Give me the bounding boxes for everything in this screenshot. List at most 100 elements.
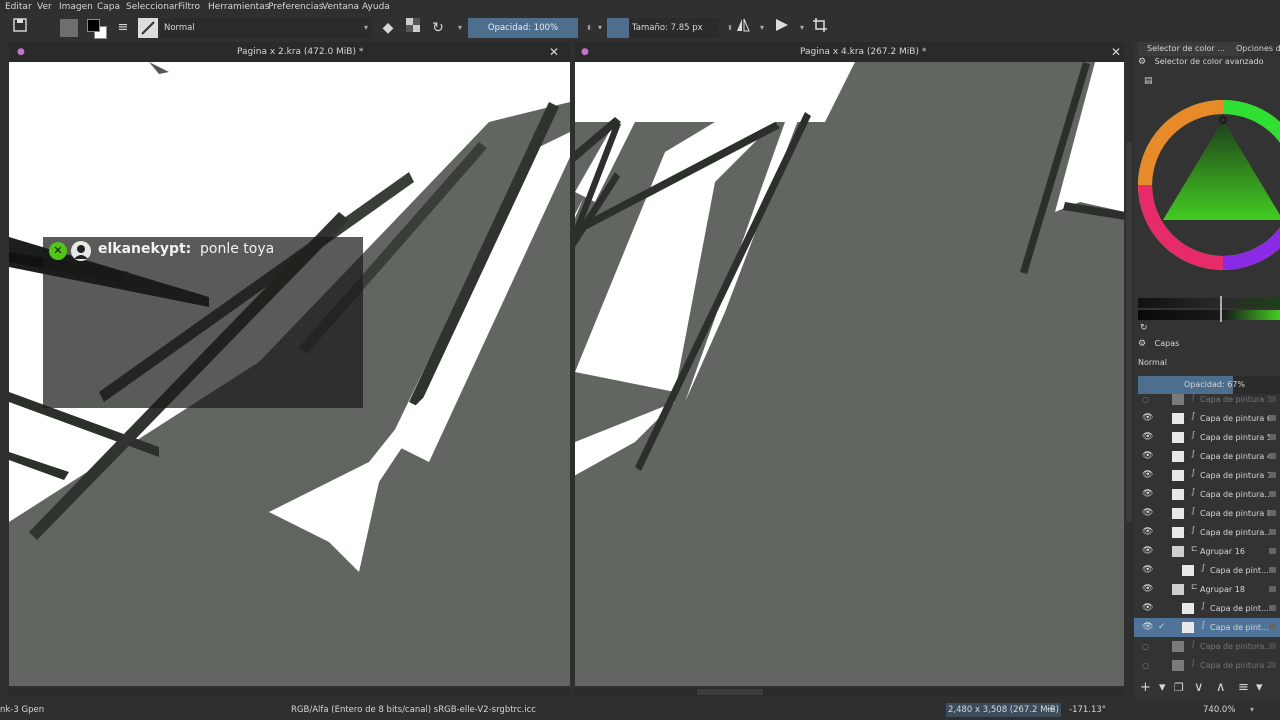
- canvas-right[interactable]: [575, 62, 1125, 686]
- lock-icon[interactable]: [1269, 624, 1276, 630]
- layer-row[interactable]: 👁 ⊏ Agrupar 18: [1134, 580, 1280, 599]
- menu-filtro[interactable]: Filtro: [178, 0, 200, 14]
- lock-icon[interactable]: [1269, 472, 1276, 478]
- lock-icon[interactable]: [1269, 396, 1276, 402]
- brush-preview-icon[interactable]: [138, 18, 158, 38]
- chevron-down-icon[interactable]: ▾: [792, 18, 812, 38]
- menu-imagen[interactable]: Imagen: [59, 0, 93, 14]
- visibility-eye-icon[interactable]: 👁: [1142, 523, 1153, 542]
- layer-properties-icon[interactable]: ≡: [1238, 678, 1249, 698]
- pattern-swatch[interactable]: [60, 19, 78, 37]
- blend-mode-select[interactable]: Normal ▾: [160, 18, 372, 38]
- visibility-eye-icon[interactable]: ○: [1142, 656, 1149, 675]
- layer-row[interactable]: 👁 ∫ Capa de pintura 8: [1134, 504, 1280, 523]
- menu-ayuda[interactable]: Ayuda: [362, 0, 390, 14]
- lock-icon[interactable]: [1269, 586, 1276, 592]
- opacity-slider[interactable]: Opacidad: 100%: [468, 18, 578, 38]
- tab-right-document[interactable]: ● Pagina x 4.kra (267.2 MiB) * ✕: [575, 42, 1125, 62]
- visibility-eye-icon[interactable]: ○: [1142, 390, 1149, 409]
- visibility-eye-icon[interactable]: 👁: [1142, 542, 1153, 561]
- move-layer-down-icon[interactable]: ∨: [1194, 678, 1204, 698]
- layer-row[interactable]: 👁 ∫ Capa de pint...: [1134, 599, 1280, 618]
- layer-row[interactable]: 👁 ∫ Capa de pintura 6: [1134, 409, 1280, 428]
- crop-icon[interactable]: [810, 18, 830, 38]
- refresh-icon[interactable]: ↻: [1140, 323, 1148, 333]
- reload-preset-icon[interactable]: ↻: [428, 18, 448, 38]
- visibility-eye-icon[interactable]: 👁: [1142, 447, 1153, 466]
- brush-presets-icon[interactable]: ≡: [113, 18, 133, 38]
- layer-row[interactable]: 👁 ∫ Capa de pintura...: [1134, 523, 1280, 542]
- move-layer-up-icon[interactable]: ∧: [1216, 678, 1226, 698]
- tab-left-document[interactable]: ● Pagina x 2.kra (472.0 MiB) * ✕: [9, 42, 570, 62]
- chevron-down-icon[interactable]: ▾: [1250, 700, 1254, 720]
- selector-settings-icon[interactable]: ▤: [1144, 76, 1153, 86]
- menu-editar[interactable]: Editar: [5, 0, 32, 14]
- lock-icon[interactable]: [1269, 434, 1276, 440]
- menu-preferencias[interactable]: Preferencias: [268, 0, 323, 14]
- lock-icon[interactable]: [1269, 491, 1276, 497]
- lock-icon[interactable]: [1269, 567, 1276, 573]
- visibility-eye-icon[interactable]: 👁: [1142, 466, 1153, 485]
- close-icon[interactable]: ✕: [549, 42, 559, 62]
- alpha-lock-icon[interactable]: [403, 18, 423, 38]
- duplicate-layer-icon[interactable]: ❐: [1174, 678, 1184, 698]
- horizontal-scrollbar-right[interactable]: [575, 688, 1125, 696]
- visibility-eye-icon[interactable]: 👁: [1142, 618, 1153, 637]
- menu-ver[interactable]: Ver: [37, 0, 52, 14]
- chevron-down-icon[interactable]: ▾: [1159, 678, 1166, 698]
- mirror-horizontal-icon[interactable]: [733, 18, 753, 38]
- lock-icon[interactable]: [1269, 510, 1276, 516]
- eraser-icon[interactable]: ◆: [378, 18, 398, 38]
- lock-icon[interactable]: [1269, 529, 1276, 535]
- visibility-eye-icon[interactable]: 👁: [1142, 561, 1153, 580]
- shade-bar-1[interactable]: [1138, 298, 1280, 308]
- fg-bg-color-icon[interactable]: [86, 18, 107, 39]
- menu-ventana[interactable]: Ventana: [322, 0, 359, 14]
- scroll-thumb[interactable]: [697, 689, 763, 695]
- lock-icon[interactable]: [1269, 548, 1276, 554]
- lock-icon[interactable]: [1269, 415, 1276, 421]
- layer-row[interactable]: 👁 ∫ Capa de pintura 5: [1134, 428, 1280, 447]
- menu-capa[interactable]: Capa: [97, 0, 120, 14]
- status-zoom[interactable]: 740.0%: [1203, 700, 1235, 720]
- horizontal-scrollbar-left[interactable]: [9, 688, 570, 696]
- save-icon[interactable]: [10, 18, 30, 38]
- layer-blend-select[interactable]: Normal: [1138, 355, 1280, 371]
- dock-splitter[interactable]: [1124, 42, 1134, 700]
- settings-icon[interactable]: ⚙: [1138, 339, 1146, 349]
- visibility-eye-icon[interactable]: 👁: [1142, 409, 1153, 428]
- tab-tool-options[interactable]: Opciones de: [1236, 42, 1280, 56]
- color-wheel[interactable]: [1138, 100, 1280, 270]
- lock-icon[interactable]: [1269, 643, 1276, 649]
- visibility-eye-icon[interactable]: 👁: [1142, 504, 1153, 523]
- lock-icon[interactable]: [1269, 662, 1276, 668]
- status-dimensions[interactable]: 2,480 x 3,508 (267.2 MiB): [946, 703, 1061, 717]
- layer-row[interactable]: 👁 ⊏ Agrupar 16: [1134, 542, 1280, 561]
- settings-icon[interactable]: ⚙: [1138, 57, 1146, 67]
- chevron-down-icon[interactable]: ▾: [752, 18, 772, 38]
- layer-row[interactable]: ○ ∫ Capa de pintura...: [1134, 637, 1280, 656]
- menu-seleccionar[interactable]: Seleccionar: [126, 0, 178, 14]
- layer-row[interactable]: 👁 ∫ Capa de pintura 7: [1134, 466, 1280, 485]
- layer-row[interactable]: ○ ∫ Capa de pintura 3: [1134, 390, 1280, 409]
- visibility-eye-icon[interactable]: 👁: [1142, 580, 1153, 599]
- layer-row[interactable]: 👁 ✓ ∫ Capa de pint...: [1134, 618, 1280, 637]
- layer-row[interactable]: 👁 ∫ Capa de pintura 4: [1134, 447, 1280, 466]
- tab-color-selector[interactable]: Selector de color ...: [1138, 42, 1243, 56]
- add-layer-icon[interactable]: +: [1140, 678, 1151, 698]
- shade-bar-2[interactable]: [1138, 310, 1280, 320]
- visibility-eye-icon[interactable]: ○: [1142, 637, 1149, 656]
- chevron-down-icon[interactable]: ▾: [450, 18, 470, 38]
- visibility-eye-icon[interactable]: 👁: [1142, 599, 1153, 618]
- lock-icon[interactable]: [1269, 605, 1276, 611]
- mirror-vertical-icon[interactable]: [772, 18, 792, 38]
- visibility-eye-icon[interactable]: 👁: [1142, 485, 1153, 504]
- chevron-down-icon[interactable]: ▾: [1256, 678, 1263, 698]
- layer-row[interactable]: 👁 ∫ Capa de pintura...: [1134, 485, 1280, 504]
- size-slider[interactable]: Tamaño: 7.85 px: [607, 18, 719, 38]
- close-icon[interactable]: ✕: [1111, 42, 1121, 62]
- menu-herramientas[interactable]: Herramientas: [208, 0, 269, 14]
- lock-icon[interactable]: [1269, 453, 1276, 459]
- visibility-eye-icon[interactable]: 👁: [1142, 428, 1153, 447]
- layer-row[interactable]: 👁 ∫ Capa de pint...: [1134, 561, 1280, 580]
